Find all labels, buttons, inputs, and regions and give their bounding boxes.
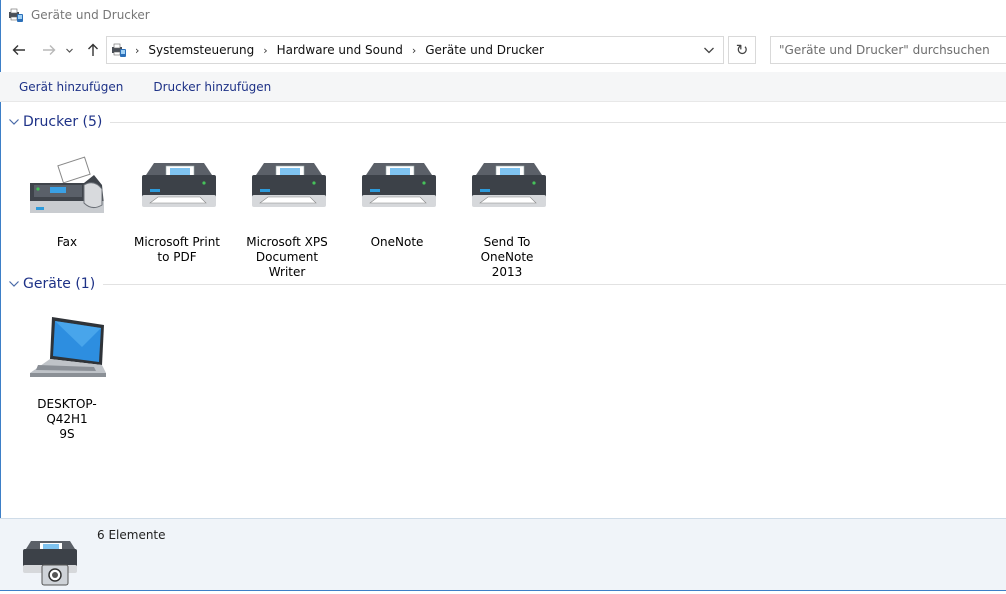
address-bar[interactable]: › Systemsteuerung › Hardware und Sound ›… <box>106 36 724 64</box>
fax-icon <box>30 156 104 213</box>
device-label-line2: 9S <box>59 427 75 441</box>
back-button[interactable] <box>8 38 30 62</box>
device-label: Fax <box>56 235 78 249</box>
breadcrumb-hardware-und-sound[interactable]: Hardware und Sound <box>277 43 403 57</box>
window-bottom-border <box>0 590 1006 594</box>
printer-icon <box>472 163 546 207</box>
recent-locations-button[interactable] <box>62 38 76 62</box>
refresh-button[interactable]: ↻ <box>728 36 756 64</box>
arrow-left-icon <box>12 45 25 55</box>
device-item-microsoft-xps-document-writer[interactable]: Microsoft XPS Document Writer <box>237 145 337 280</box>
item-count: 6 Elemente <box>97 528 166 542</box>
group-title: Drucker (5) <box>23 114 103 130</box>
group-title: Geräte (1) <box>23 276 96 292</box>
refresh-icon: ↻ <box>735 41 749 59</box>
device-label: DESKTOP-Q42H1 <box>37 397 97 426</box>
printer-icon <box>362 163 436 207</box>
group-header-devices[interactable]: Geräte (1) <box>8 274 1006 294</box>
breadcrumb-geraete-und-drucker[interactable]: Geräte und Drucker <box>425 43 544 57</box>
forward-button[interactable] <box>38 38 60 62</box>
device-item-microsoft-print-to-pdf[interactable]: Microsoft Print to PDF <box>127 145 227 265</box>
breadcrumb-systemsteuerung[interactable]: Systemsteuerung <box>148 43 254 57</box>
search-input[interactable] <box>779 43 1005 57</box>
device-item-fax[interactable]: Fax <box>17 145 117 250</box>
breadcrumb-separator-icon[interactable]: › <box>135 44 139 57</box>
printer-icon <box>252 163 326 207</box>
devices-printers-icon <box>9 8 23 22</box>
command-bar: Gerät hinzufügen Drucker hinzufügen <box>0 72 1006 102</box>
title-bar: Geräte und Drucker <box>0 0 1006 30</box>
search-box[interactable] <box>770 36 1006 64</box>
device-label: Send To OneNote <box>480 235 534 264</box>
device-item-send-to-onenote-2013[interactable]: Send To OneNote 2013 <box>457 145 557 280</box>
group-divider <box>110 121 1006 123</box>
group-divider <box>103 283 1006 285</box>
device-label: Microsoft XPS <box>246 235 328 249</box>
navigation-bar: › Systemsteuerung › Hardware und Sound ›… <box>0 34 1006 66</box>
window-title: Geräte und Drucker <box>31 8 150 22</box>
device-item-onenote[interactable]: OneNote <box>347 145 447 250</box>
address-dropdown-icon[interactable] <box>701 42 717 58</box>
devices-printers-icon <box>23 541 77 586</box>
control-panel-icon <box>112 43 126 57</box>
up-button[interactable] <box>82 38 104 62</box>
collapse-chevron-icon[interactable] <box>8 278 20 290</box>
device-label: Microsoft Print <box>133 235 221 249</box>
arrow-right-icon <box>43 45 56 55</box>
device-label-line2: to PDF <box>157 250 197 264</box>
details-pane: 6 Elemente <box>0 518 1006 590</box>
breadcrumb-separator-icon[interactable]: › <box>263 44 267 57</box>
add-printer-button[interactable]: Drucker hinzufügen <box>138 80 286 94</box>
group-header-printers[interactable]: Drucker (5) <box>8 112 1006 132</box>
chevron-down-icon <box>65 48 73 53</box>
device-label: OneNote <box>370 235 424 249</box>
arrow-up-icon <box>88 43 98 56</box>
device-item-desktop[interactable]: DESKTOP-Q42H1 9S <box>17 307 117 442</box>
printer-icon <box>142 163 216 207</box>
collapse-chevron-icon[interactable] <box>8 116 20 128</box>
breadcrumb-separator-icon[interactable]: › <box>412 44 416 57</box>
laptop-icon <box>30 317 106 377</box>
add-device-button[interactable]: Gerät hinzufügen <box>0 80 138 94</box>
